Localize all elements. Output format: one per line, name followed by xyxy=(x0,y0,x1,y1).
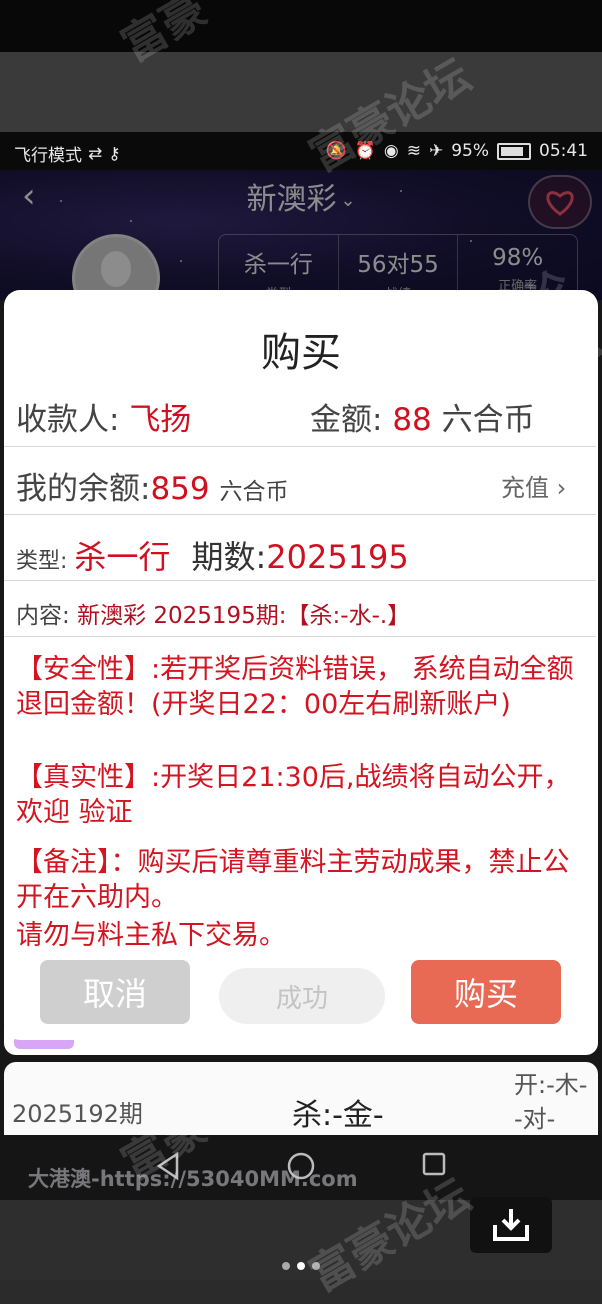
page-dot-active xyxy=(297,1262,305,1270)
airplane-icon: ✈ xyxy=(428,141,444,161)
amount-label: 金额: xyxy=(310,402,383,438)
type-row: 类型: 杀一行 期数:2025195 xyxy=(16,532,409,578)
cancel-button[interactable]: 取消 xyxy=(40,960,190,1024)
authenticity-notice: 【真实性】:开奖日21:30后,战绩将自动公开，欢迎 验证 xyxy=(16,762,571,828)
page-dot xyxy=(282,1262,290,1270)
eye-icon: ◉ xyxy=(383,141,399,161)
divider xyxy=(4,446,596,447)
status-bar: 飞行模式 ⇄ ⚷ 🔕 ⏰ ◉ ≋ ✈ 95% 05:41 xyxy=(0,132,602,170)
page-dot xyxy=(312,1262,320,1270)
page-indicator xyxy=(282,1262,320,1270)
safety-notice: 【安全性】:若开奖后资料错误， 系统自动全额退回金额！(开奖日22：00左右刷新… xyxy=(16,654,574,720)
chevron-right-icon: › xyxy=(556,474,567,502)
payee-row: 收款人: 飞扬 xyxy=(16,394,191,439)
period-value: 2025195 xyxy=(266,538,409,576)
list-item[interactable]: 2025192期 杀:-金- 开:-木- -对- xyxy=(4,1062,598,1136)
content-row: 内容: 新澳彩 2025195期:【杀:-水-.】 xyxy=(16,596,410,630)
key-icon: ⚷ xyxy=(108,143,121,164)
balance-label: 我的余额: xyxy=(16,471,151,507)
period-label: 期数: xyxy=(191,538,267,576)
top-gray-area xyxy=(0,52,602,132)
list-item-period: 2025192期 xyxy=(12,1100,143,1128)
recents-square-icon[interactable] xyxy=(421,1151,447,1177)
divider xyxy=(4,514,596,515)
balance-value: 859 xyxy=(150,471,210,507)
battery-icon xyxy=(497,142,531,160)
success-button[interactable]: 成功 xyxy=(219,968,385,1024)
note-notice: 【备注】：购买后请尊重料主劳动成果，禁止公开在六助内。 xyxy=(16,847,570,913)
wifi-icon: ≋ xyxy=(406,141,421,161)
download-button[interactable] xyxy=(470,1197,552,1253)
watermark-url: 大港澳-https://53040MM.com xyxy=(28,1167,358,1191)
balance-row: 我的余额:859 六合币 xyxy=(16,463,288,508)
list-item-open: 开:-木- -对- xyxy=(514,1068,587,1136)
buy-button[interactable]: 购买 xyxy=(411,960,561,1024)
clock: 05:41 xyxy=(539,141,588,161)
amount-value: 88 xyxy=(392,402,432,438)
top-black-bar xyxy=(0,0,602,52)
open-line-2: -对- xyxy=(514,1105,556,1133)
amount-row: 金额: 88 六合币 xyxy=(310,394,535,439)
list-item-pick: 杀:-金- xyxy=(292,1098,384,1133)
open-line-1: 开:-木- xyxy=(514,1071,588,1099)
alarm-icon: ⏰ xyxy=(354,141,376,161)
recharge-link[interactable]: 充值 › xyxy=(501,468,566,503)
purchase-dialog: 购买 收款人: 飞扬 金额: 88 六合币 我的余额:859 六合币 充值 › … xyxy=(4,290,598,1040)
amount-unit: 六合币 xyxy=(441,402,535,438)
dialog-title: 购买 xyxy=(261,330,341,376)
payee-name: 飞扬 xyxy=(129,402,192,438)
balance-unit: 六合币 xyxy=(219,479,289,505)
trade-warning: 请勿与料主私下交易。 xyxy=(16,920,286,951)
payee-label: 收款人: xyxy=(16,402,120,438)
link-icon: ⇄ xyxy=(88,143,103,164)
recharge-label: 充值 xyxy=(501,474,549,502)
mute-icon: 🔕 xyxy=(325,141,347,161)
type-value: 杀一行 xyxy=(74,538,171,576)
content-value: 新澳彩 2025195期:【杀:-水-.】 xyxy=(77,603,411,629)
download-icon xyxy=(493,1209,529,1241)
divider xyxy=(4,580,596,581)
battery-percent: 95% xyxy=(451,141,489,161)
airplane-mode-label: 飞行模式 xyxy=(14,146,82,166)
content-label: 内容: xyxy=(16,603,70,629)
type-label: 类型: xyxy=(16,549,68,574)
divider xyxy=(4,636,596,637)
